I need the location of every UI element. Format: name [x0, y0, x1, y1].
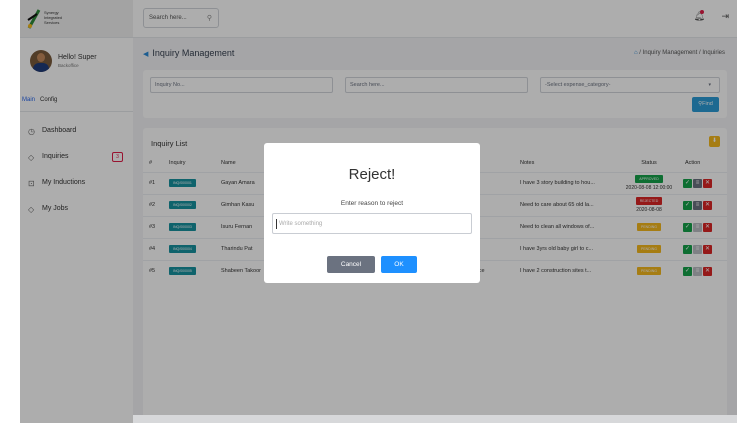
- dialog-title: Reject!: [348, 166, 396, 183]
- dialog-prompt: Enter reason to reject: [340, 200, 404, 207]
- ok-button[interactable]: OK: [381, 256, 417, 273]
- text-caret: [276, 219, 277, 229]
- footer: [133, 415, 737, 423]
- reject-dialog: Reject! Enter reason to reject Write som…: [264, 143, 480, 283]
- input-placeholder: Write something: [279, 221, 323, 227]
- cancel-button[interactable]: Cancel: [327, 256, 375, 273]
- reject-reason-input[interactable]: Write something: [272, 213, 472, 234]
